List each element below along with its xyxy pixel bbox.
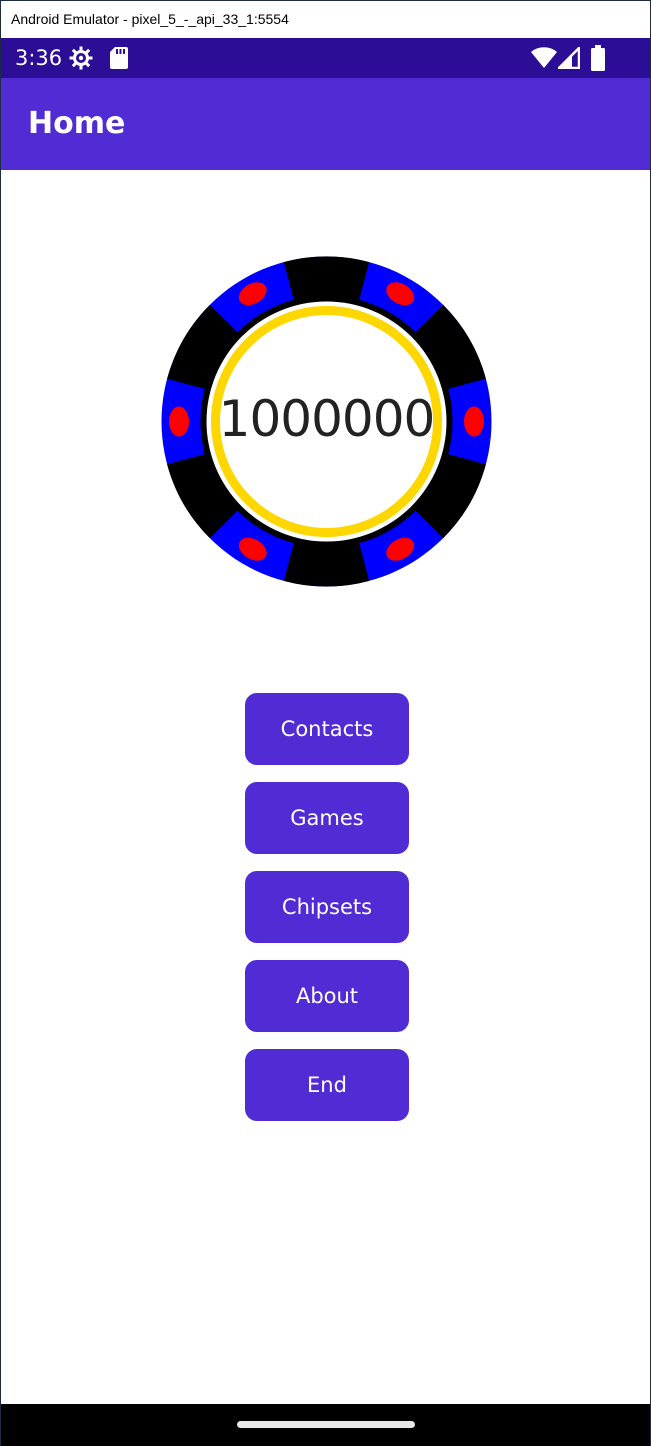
app-bar: Home: [1, 78, 650, 170]
page-title: Home: [28, 106, 126, 141]
navigation-bar: [1, 1404, 650, 1446]
window-titlebar: Android Emulator - pixel_5_-_api_33_1:55…: [1, 0, 650, 38]
chip-value-label: 1000000: [218, 390, 436, 448]
games-button[interactable]: Games: [245, 782, 409, 854]
main-menu: Contacts Games Chipsets About End: [245, 693, 409, 1138]
window-title: Android Emulator - pixel_5_-_api_33_1:55…: [11, 11, 289, 27]
battery-icon: [590, 45, 606, 75]
cellular-signal-icon: [557, 46, 581, 73]
sd-card-icon: [110, 47, 128, 73]
gesture-handle[interactable]: [237, 1421, 415, 1428]
status-time: 3:36: [15, 46, 63, 70]
chipsets-button[interactable]: Chipsets: [245, 871, 409, 943]
status-bar: 3:36: [1, 38, 650, 78]
contacts-button[interactable]: Contacts: [245, 693, 409, 765]
emulator-window: Android Emulator - pixel_5_-_api_33_1:55…: [0, 0, 651, 1446]
about-button[interactable]: About: [245, 960, 409, 1032]
wifi-icon: [531, 47, 557, 73]
settings-gear-icon: [69, 46, 93, 74]
end-button[interactable]: End: [245, 1049, 409, 1121]
